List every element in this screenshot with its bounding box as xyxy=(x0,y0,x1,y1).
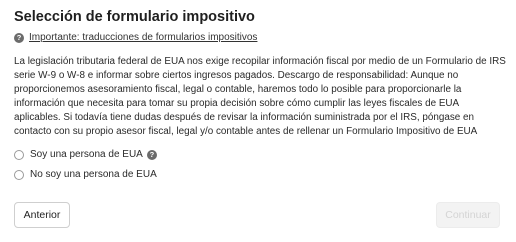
option-us-person[interactable]: Soy una persona de EUA ? xyxy=(14,149,157,160)
question-circle-icon: ? xyxy=(14,32,24,43)
back-button[interactable]: Anterior xyxy=(14,202,70,228)
translation-notice: ? Importante: traducciones de formulario… xyxy=(14,32,257,43)
translation-notice-link[interactable]: Importante: traducciones de formularios … xyxy=(29,32,257,43)
radio-us-person[interactable] xyxy=(14,149,24,160)
continue-button[interactable]: Continuar xyxy=(436,202,500,228)
option-us-person-label: Soy una persona de EUA xyxy=(30,149,143,160)
option-non-us-person-label: No soy una persona de EUA xyxy=(30,169,157,180)
tax-description: La legislación tributaria federal de EUA… xyxy=(14,56,506,138)
radio-non-us-person[interactable] xyxy=(14,169,24,180)
option-non-us-person[interactable]: No soy una persona de EUA xyxy=(14,169,157,180)
page-title: Selección de formulario impositivo xyxy=(14,9,255,25)
question-circle-icon[interactable]: ? xyxy=(146,149,157,160)
